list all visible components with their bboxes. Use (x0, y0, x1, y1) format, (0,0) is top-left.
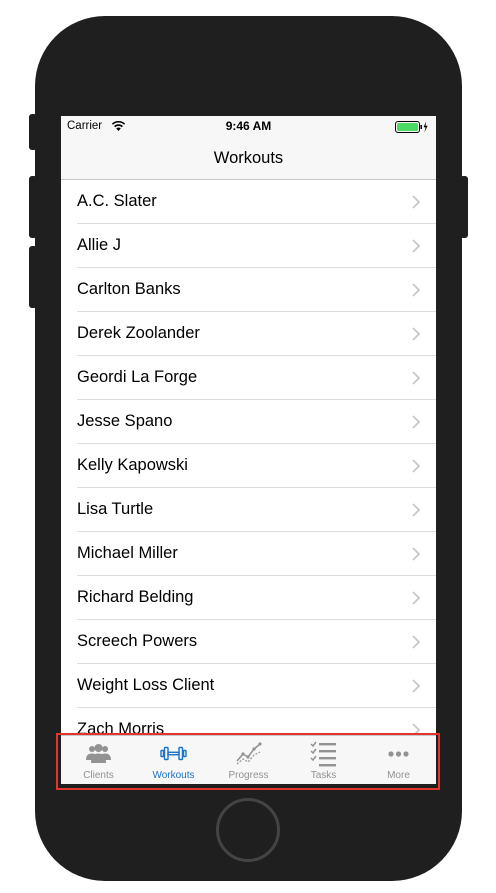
client-name: Derek Zoolander (77, 324, 200, 342)
status-bar: Carrier 9:46 AM (61, 116, 436, 136)
client-row-kelly-kapowski[interactable]: Kelly Kapowski (61, 444, 436, 488)
client-row-derek-zoolander[interactable]: Derek Zoolander (61, 312, 436, 356)
tab-workouts[interactable]: Workouts (136, 736, 211, 784)
navigation-bar: Workouts (61, 136, 436, 180)
chevron-right-icon (412, 371, 420, 385)
tasks-icon (310, 741, 336, 767)
client-row-michael-miller[interactable]: Michael Miller (61, 532, 436, 576)
chevron-right-icon (412, 591, 420, 605)
client-row-ac-slater[interactable]: A.C. Slater (61, 180, 436, 224)
clients-list[interactable]: A.C. Slater Allie J Carlton Banks Derek … (61, 180, 436, 752)
chevron-right-icon (412, 547, 420, 561)
tab-label: More (387, 770, 410, 781)
chevron-right-icon (412, 679, 420, 693)
tab-tasks[interactable]: Tasks (286, 736, 361, 784)
chevron-right-icon (412, 195, 420, 209)
client-row-allie-j[interactable]: Allie J (61, 224, 436, 268)
client-row-richard-belding[interactable]: Richard Belding (61, 576, 436, 620)
battery-icon (395, 121, 428, 133)
client-name: Kelly Kapowski (77, 456, 188, 474)
home-button[interactable] (216, 798, 280, 862)
client-name: Carlton Banks (77, 280, 181, 298)
client-row-screech-powers[interactable]: Screech Powers (61, 620, 436, 664)
tab-label: Workouts (152, 770, 195, 781)
dumbbell-icon (160, 746, 187, 761)
client-row-geordi-la-forge[interactable]: Geordi La Forge (61, 356, 436, 400)
chevron-right-icon (412, 239, 420, 253)
tab-progress[interactable]: Progress (211, 736, 286, 784)
tab-bar: Clients Workouts Progress Tasks More (61, 735, 436, 784)
client-name: Allie J (77, 236, 122, 254)
tab-label: Clients (83, 770, 114, 781)
client-name: Michael Miller (77, 544, 178, 562)
page-title: Workouts (213, 149, 284, 167)
status-time: 9:46 AM (225, 119, 272, 133)
client-row-weight-loss-client[interactable]: Weight Loss Client (61, 664, 436, 708)
more-icon (388, 751, 409, 757)
client-row-carlton-banks[interactable]: Carlton Banks (61, 268, 436, 312)
client-name: Weight Loss Client (77, 676, 215, 694)
chevron-right-icon (412, 503, 420, 517)
tab-more[interactable]: More (361, 736, 436, 784)
progress-icon (236, 742, 262, 765)
client-name: Jesse Spano (77, 412, 173, 430)
tab-clients[interactable]: Clients (61, 736, 136, 784)
app-screen: Carrier 9:46 AM Workouts A.C. Slater All… (61, 116, 436, 784)
client-name: Screech Powers (77, 632, 198, 650)
client-row-jesse-spano[interactable]: Jesse Spano (61, 400, 436, 444)
chevron-right-icon (412, 415, 420, 429)
client-row-lisa-turtle[interactable]: Lisa Turtle (61, 488, 436, 532)
client-name: Richard Belding (77, 588, 194, 606)
tab-label: Tasks (310, 770, 337, 781)
clients-icon (86, 744, 111, 763)
client-name: Lisa Turtle (77, 500, 154, 518)
tab-label: Progress (228, 770, 269, 781)
chevron-right-icon (412, 635, 420, 649)
client-name: Geordi La Forge (77, 368, 198, 386)
chevron-right-icon (412, 283, 420, 297)
chevron-right-icon (412, 327, 420, 341)
chevron-right-icon (412, 459, 420, 473)
client-name: A.C. Slater (77, 192, 157, 210)
